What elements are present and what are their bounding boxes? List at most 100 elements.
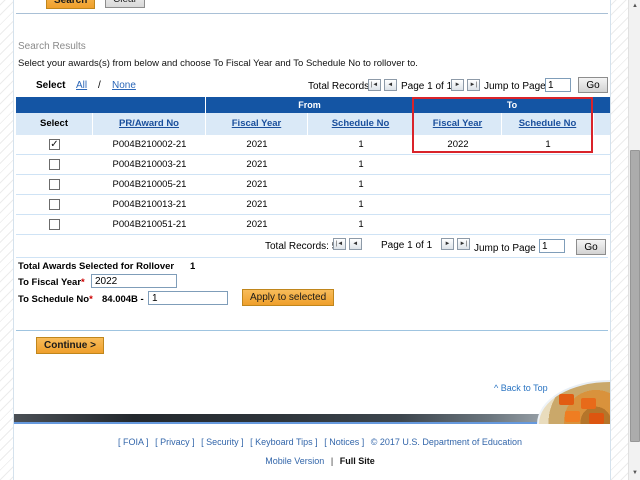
to-schedule-no-cell: 1 bbox=[502, 135, 594, 154]
row-checkbox[interactable] bbox=[49, 179, 60, 190]
to-schedule-no-cell bbox=[502, 155, 594, 177]
first-page-icon[interactable]: |◄ bbox=[333, 238, 346, 250]
to-schedule-no-cell bbox=[502, 195, 594, 217]
footer-link-keyboard-tips[interactable]: [ Keyboard Tips ] bbox=[250, 437, 318, 447]
table-row: ✓ P004B210002-21 2021 1 2022 1 bbox=[16, 135, 610, 155]
group-to-label: To bbox=[414, 97, 610, 113]
from-schedule-no-cell: 1 bbox=[308, 175, 414, 197]
footer-blue-line bbox=[14, 422, 609, 424]
from-fiscal-year-cell: 2021 bbox=[206, 215, 308, 237]
to-fiscal-year-cell bbox=[414, 175, 502, 197]
last-page-icon[interactable]: ►| bbox=[457, 238, 470, 250]
search-button[interactable]: Search bbox=[46, 0, 95, 9]
search-results-title: Search Results bbox=[18, 41, 86, 52]
to-schedule-no-cell bbox=[502, 175, 594, 197]
cfda-prefix: 84.004B - bbox=[102, 294, 144, 305]
from-fiscal-year-cell: 2021 bbox=[206, 175, 308, 197]
go-button-bottom[interactable]: Go bbox=[576, 239, 606, 255]
chair-shapes bbox=[559, 394, 574, 405]
total-records-bottom: Total Records: 5 bbox=[265, 241, 337, 252]
row-checkbox[interactable] bbox=[49, 199, 60, 210]
from-schedule-no-cell: 1 bbox=[308, 155, 414, 177]
from-fiscal-year-cell: 2021 bbox=[206, 195, 308, 217]
page-indicator-top: Page 1 of 1 bbox=[401, 81, 452, 92]
table-row: P004B210013-21 2021 1 bbox=[16, 195, 610, 215]
col-header-to-fiscal-year[interactable]: Fiscal Year bbox=[433, 118, 482, 129]
pr-award-no-cell: P004B210051-21 bbox=[93, 215, 206, 237]
required-asterisk: * bbox=[81, 277, 85, 288]
from-fiscal-year-cell: 2021 bbox=[206, 155, 308, 177]
to-fiscal-year-cell bbox=[414, 215, 502, 237]
scroll-up-icon[interactable]: ▲ bbox=[629, 0, 640, 13]
jump-to-page-input-top[interactable] bbox=[545, 78, 571, 92]
footer-link-privacy[interactable]: [ Privacy ] bbox=[155, 437, 195, 447]
mobile-version-link[interactable]: Mobile Version bbox=[265, 456, 324, 466]
section-divider bbox=[16, 13, 608, 14]
footer-link-foia[interactable]: [ FOIA ] bbox=[118, 437, 149, 447]
table-bottom-divider bbox=[16, 257, 608, 258]
col-header-pr-award-no[interactable]: PR/Award No bbox=[119, 118, 179, 129]
pr-award-no-cell: P004B210013-21 bbox=[93, 195, 206, 217]
jump-to-page-label-top: Jump to Page bbox=[484, 81, 546, 92]
from-fiscal-year-cell: 2021 bbox=[206, 135, 308, 154]
table-row: P004B210051-21 2021 1 bbox=[16, 215, 610, 235]
instruction-text: Select your awards(s) from below and cho… bbox=[18, 58, 418, 69]
row-checkbox[interactable]: ✓ bbox=[49, 139, 60, 150]
next-page-icon[interactable]: ► bbox=[451, 79, 464, 91]
clear-button[interactable]: Clear bbox=[105, 0, 145, 8]
full-site-link[interactable]: Full Site bbox=[340, 456, 375, 466]
from-schedule-no-cell: 1 bbox=[308, 215, 414, 237]
slash-separator: / bbox=[98, 80, 101, 91]
row-checkbox[interactable] bbox=[49, 219, 60, 230]
to-schedule-no-cell bbox=[502, 215, 594, 237]
select-none-link[interactable]: None bbox=[112, 80, 136, 91]
total-awards-value: 1 bbox=[190, 261, 195, 272]
footer-link-security[interactable]: [ Security ] bbox=[201, 437, 244, 447]
jump-to-page-input-bottom[interactable] bbox=[539, 239, 565, 253]
to-fiscal-year-input[interactable] bbox=[91, 274, 177, 288]
from-schedule-no-cell: 1 bbox=[308, 195, 414, 217]
back-to-top-link[interactable]: ^ Back to Top bbox=[494, 383, 548, 393]
vertical-scrollbar[interactable]: ▲ ▼ bbox=[628, 0, 640, 480]
footer-pipe: | bbox=[331, 456, 333, 466]
next-page-icon[interactable]: ► bbox=[441, 238, 454, 250]
right-margin-pattern bbox=[611, 0, 628, 480]
classroom-chairs-image bbox=[537, 380, 610, 424]
to-schedule-no-input[interactable] bbox=[148, 291, 228, 305]
pr-award-no-cell: P004B210002-21 bbox=[93, 135, 206, 154]
select-all-link[interactable]: All bbox=[76, 80, 87, 91]
jump-to-page-label-bottom: Jump to Page bbox=[474, 243, 536, 254]
footer-links-row: [ FOIA ] [ Privacy ] [ Security ] [ Keyb… bbox=[0, 437, 640, 447]
col-header-from-schedule-no[interactable]: Schedule No bbox=[332, 118, 390, 129]
to-fiscal-year-cell bbox=[414, 155, 502, 177]
to-fiscal-year-label: To Fiscal Year* bbox=[18, 277, 85, 288]
page-footer: [ FOIA ] [ Privacy ] [ Security ] [ Keyb… bbox=[0, 430, 640, 466]
col-header-from-fiscal-year[interactable]: Fiscal Year bbox=[232, 118, 281, 129]
scrollbar-thumb[interactable] bbox=[630, 150, 640, 442]
last-page-icon[interactable]: ►| bbox=[467, 79, 480, 91]
table-group-header: From To bbox=[16, 97, 610, 113]
select-label: Select bbox=[36, 80, 65, 91]
scroll-down-icon[interactable]: ▼ bbox=[629, 467, 640, 480]
first-page-icon[interactable]: |◄ bbox=[368, 79, 381, 91]
table-row: P004B210005-21 2021 1 bbox=[16, 175, 610, 195]
col-header-to-schedule-no[interactable]: Schedule No bbox=[519, 118, 577, 129]
table-column-headers: Select PR/Award No Fiscal Year Schedule … bbox=[16, 113, 610, 135]
group-from-label: From bbox=[206, 97, 414, 113]
row-checkbox[interactable] bbox=[49, 159, 60, 170]
apply-to-selected-button[interactable]: Apply to selected bbox=[242, 289, 334, 306]
prev-page-icon[interactable]: ◄ bbox=[349, 238, 362, 250]
footer-link-notices[interactable]: [ Notices ] bbox=[324, 437, 364, 447]
continue-button[interactable]: Continue > bbox=[36, 337, 104, 354]
pr-award-no-cell: P004B210005-21 bbox=[93, 175, 206, 197]
content-area: Search Clear Search Results Select your … bbox=[13, 0, 611, 480]
form-bottom-divider bbox=[16, 330, 608, 331]
footer-separator-bar bbox=[14, 414, 609, 422]
col-header-select: Select bbox=[16, 113, 93, 135]
page-indicator-bottom: Page 1 of 1 bbox=[381, 240, 432, 251]
to-fiscal-year-cell bbox=[414, 195, 502, 217]
prev-page-icon[interactable]: ◄ bbox=[384, 79, 397, 91]
go-button-top[interactable]: Go bbox=[578, 77, 608, 93]
rollover-page: Search Clear Search Results Select your … bbox=[0, 0, 640, 480]
group-blank bbox=[16, 97, 206, 113]
